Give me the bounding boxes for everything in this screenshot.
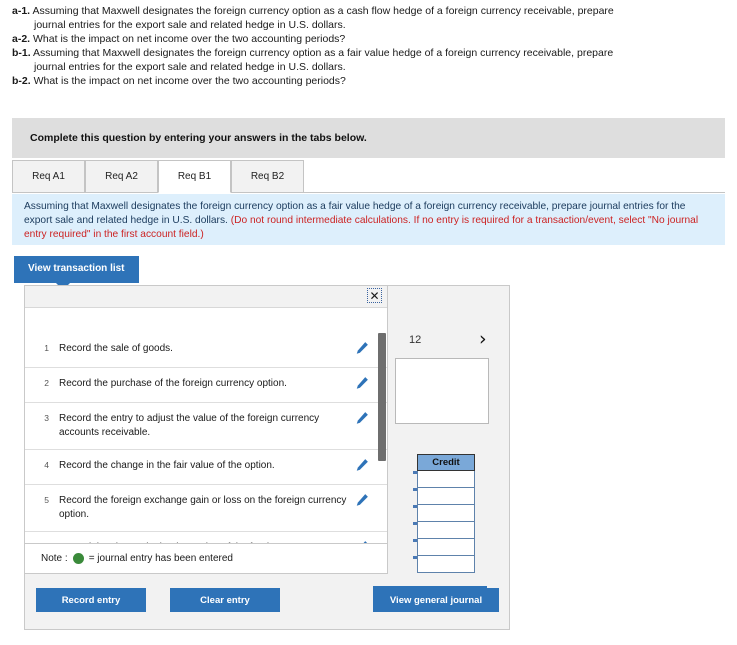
tab-req-a2[interactable]: Req A2 [85, 160, 158, 193]
green-dot-icon [72, 553, 84, 564]
credit-input[interactable] [413, 539, 475, 556]
view-transaction-list-button[interactable]: View transaction list [14, 256, 139, 283]
question-text: What is the impact on net income over th… [33, 33, 346, 45]
list-item-label: Record the foreign exchange gain or loss… [59, 495, 347, 520]
list-item-label: Record the sale of goods. [59, 343, 173, 354]
question-text: Assuming that Maxwell designates the for… [32, 5, 614, 17]
page-root: a-1. Assuming that Maxwell designates th… [0, 0, 737, 645]
transaction-list-scrollbar[interactable] [378, 333, 386, 573]
question-text: What is the impact on net income over th… [33, 75, 346, 87]
credit-column-header: Credit [417, 454, 475, 471]
list-item[interactable]: 4 Record the change in the fair value of… [25, 450, 387, 485]
credit-input[interactable] [413, 488, 475, 505]
instruction-banner-text: Complete this question by entering your … [30, 132, 367, 144]
list-item-number: 3 [44, 413, 49, 423]
worksheet-note-textbox[interactable] [395, 358, 489, 424]
row-tick-icon [413, 556, 417, 559]
pencil-icon[interactable] [355, 493, 369, 507]
tab-underline [12, 192, 725, 193]
requirement-instructions: Assuming that Maxwell designates the for… [12, 194, 725, 245]
close-icon[interactable]: ✕ [367, 288, 382, 303]
note-suffix: = journal entry has been entered [88, 553, 233, 564]
row-tick-icon [413, 522, 417, 525]
question-prompt: a-1. Assuming that Maxwell designates th… [12, 4, 712, 88]
question-label: b-1. [12, 47, 31, 59]
tab-req-a1[interactable]: Req A1 [12, 160, 85, 193]
list-item-number: 5 [44, 495, 49, 505]
tab-req-b2[interactable]: Req B2 [231, 160, 304, 193]
credit-column: Credit [413, 454, 475, 573]
question-label: b-2. [12, 75, 31, 87]
question-item: b-2. What is the impact on net income ov… [12, 74, 712, 88]
note-prefix: Note : [41, 553, 68, 564]
list-item-number: 4 [44, 460, 49, 470]
tab-strip: Req A1 Req A2 Req B1 Req B2 [12, 160, 725, 194]
chevron-right-icon[interactable]: › [479, 328, 487, 350]
list-item[interactable]: 3 Record the entry to adjust the value o… [25, 403, 387, 450]
worksheet-page-number: 12 [409, 334, 422, 346]
list-item-label: Record the change in the fair value of t… [59, 460, 275, 471]
tab-label: Req A2 [105, 171, 138, 182]
transaction-list-note: Note : = journal entry has been entered [25, 543, 387, 573]
credit-input[interactable] [413, 505, 475, 522]
clear-entry-button[interactable]: Clear entry [170, 588, 280, 612]
pencil-icon[interactable] [355, 376, 369, 390]
scrollbar-thumb[interactable] [378, 333, 386, 461]
list-item[interactable]: 5 Record the foreign exchange gain or lo… [25, 485, 387, 532]
transaction-list-popup: ✕ 1 Record the sale of goods. 2 Record t… [24, 285, 388, 574]
worksheet-pager: 12 › [397, 328, 507, 355]
list-item[interactable]: 2 Record the purchase of the foreign cur… [25, 368, 387, 403]
action-button-row: Record entry Clear entry View general jo… [24, 588, 510, 614]
list-item[interactable]: 1 Record the sale of goods. [25, 333, 387, 368]
question-text-continued: journal entries for the export sale and … [34, 61, 346, 73]
tab-req-b1[interactable]: Req B1 [158, 160, 231, 193]
credit-input[interactable] [413, 556, 475, 573]
question-item: a-1. Assuming that Maxwell designates th… [12, 4, 712, 32]
view-transaction-list-wrap: View transaction list [14, 256, 139, 290]
row-tick-icon [413, 471, 417, 474]
list-item-number: 2 [44, 378, 49, 388]
question-item: a-2. What is the impact on net income ov… [12, 32, 712, 46]
credit-input[interactable] [413, 522, 475, 539]
row-tick-icon [413, 539, 417, 542]
pencil-icon[interactable] [355, 458, 369, 472]
list-item-label: Record the purchase of the foreign curre… [59, 378, 287, 389]
list-item-label: Record the entry to adjust the value of … [59, 413, 320, 438]
row-tick-icon [413, 505, 417, 508]
record-entry-button[interactable]: Record entry [36, 588, 146, 612]
view-general-journal-button[interactable]: View general journal [373, 588, 499, 612]
tab-label: Req A1 [32, 171, 65, 182]
tab-label: Req B2 [250, 171, 285, 182]
pencil-icon[interactable] [355, 411, 369, 425]
instruction-banner: Complete this question by entering your … [12, 118, 725, 158]
transaction-list-popup-spacer [25, 308, 387, 333]
row-tick-icon [413, 488, 417, 491]
transaction-list: 1 Record the sale of goods. 2 Record the… [25, 333, 387, 573]
transaction-list-popup-header: ✕ [25, 286, 387, 308]
question-text-continued: journal entries for the export sale and … [34, 19, 346, 31]
question-label: a-1. [12, 5, 31, 17]
tab-label: Req B1 [177, 171, 212, 182]
question-label: a-2. [12, 33, 31, 45]
credit-input[interactable] [413, 471, 475, 488]
question-item: b-1. Assuming that Maxwell designates th… [12, 46, 712, 74]
list-item-number: 1 [44, 343, 49, 353]
pencil-icon[interactable] [355, 341, 369, 355]
question-text: Assuming that Maxwell designates the for… [33, 47, 614, 59]
